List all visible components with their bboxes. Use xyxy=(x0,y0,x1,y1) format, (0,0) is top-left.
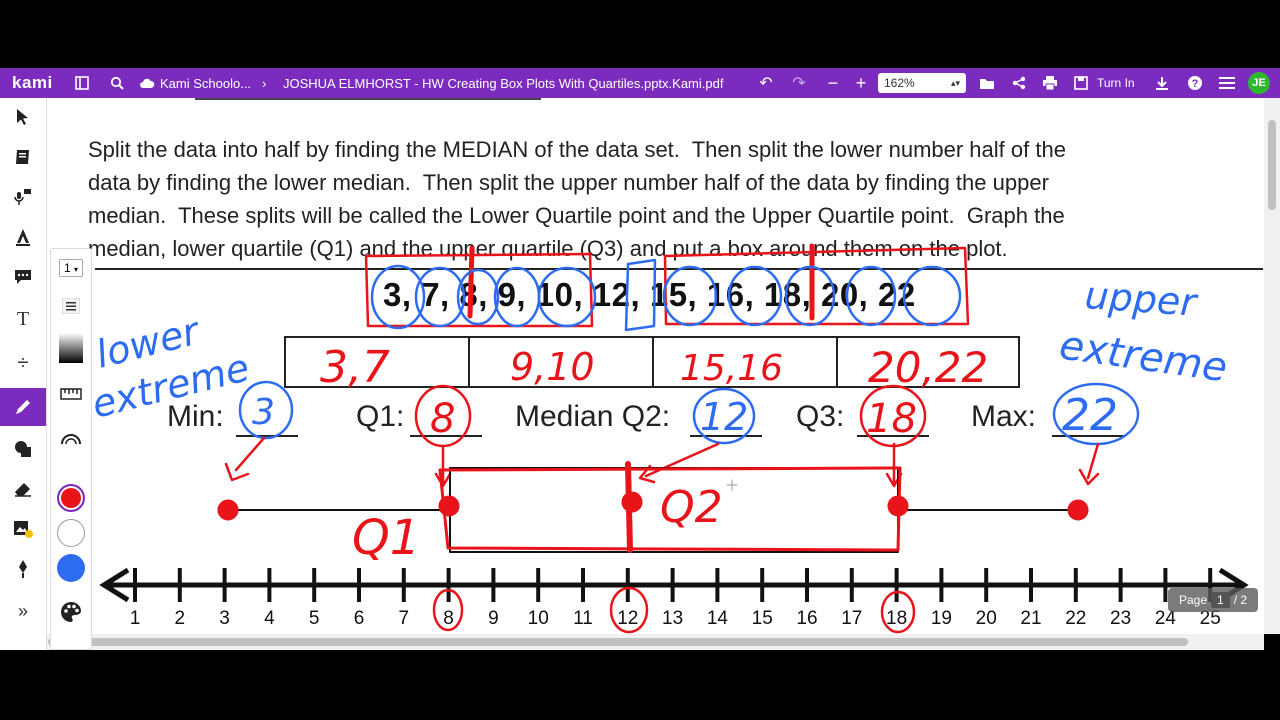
lower-half-box xyxy=(364,252,594,328)
color-blue-dot xyxy=(57,554,85,582)
zoom-select[interactable]: 162% ▴▾ xyxy=(878,73,966,93)
upper-extreme-line2: extreme xyxy=(1057,322,1230,391)
color-red-dot xyxy=(57,484,85,512)
kami-app: kami Kami Schoolo... › JOSHUA ELMHORST -… xyxy=(0,0,1280,720)
opacity-gradient-icon xyxy=(59,333,83,363)
comment-tool[interactable] xyxy=(0,258,46,296)
max-value: 22 xyxy=(1062,390,1118,441)
signature-icon xyxy=(19,560,27,578)
search-icon[interactable] xyxy=(107,68,127,98)
menu-icon[interactable] xyxy=(1217,68,1237,98)
shapes-tool[interactable] xyxy=(0,430,46,468)
reader-tool[interactable] xyxy=(0,138,46,176)
annotations-layer: 3,7 9,10 15,16 20,22 3 8 12 18 22 lower … xyxy=(88,243,1230,634)
download-icon[interactable] xyxy=(1152,68,1172,98)
equation-icon: ÷ xyxy=(17,351,29,374)
undo-icon[interactable]: ↶ xyxy=(756,68,776,98)
page-total: / 2 xyxy=(1233,593,1248,607)
table-cell-1: 3,7 xyxy=(320,342,390,393)
min-value: 3 xyxy=(252,392,275,433)
markup-icon xyxy=(16,229,30,246)
chevron-down-icon: ▾ xyxy=(74,265,79,274)
save-icon[interactable] xyxy=(1071,68,1091,98)
horizontal-scrollbar[interactable] xyxy=(46,634,1264,650)
shapes-icon xyxy=(15,441,31,457)
ruler-button[interactable] xyxy=(51,377,91,411)
cloud-icon xyxy=(137,68,157,98)
left-toolbar: T ÷ » xyxy=(0,98,47,650)
chevron-right-icon: › xyxy=(262,75,267,91)
line-style-button[interactable] xyxy=(51,289,91,323)
select-tool[interactable] xyxy=(0,98,46,136)
pdf-canvas[interactable]: Split the data into half by finding the … xyxy=(0,98,1264,634)
palette-icon xyxy=(61,602,81,622)
q1-mark xyxy=(467,245,475,319)
equation-tool[interactable]: ÷ xyxy=(0,344,46,382)
color-blue-swatch[interactable] xyxy=(51,551,91,585)
drawing-tool[interactable] xyxy=(0,388,46,426)
q1-value: 8 xyxy=(430,396,455,442)
markup-tool[interactable] xyxy=(0,218,46,256)
zoom-out-icon[interactable]: − xyxy=(823,68,843,98)
stroke-width-select[interactable]: 1 ▾ xyxy=(51,251,91,285)
redo-icon[interactable]: ↷ xyxy=(789,68,809,98)
breadcrumb-folder[interactable]: Kami Schoolo... xyxy=(160,68,251,98)
text-to-speech-icon xyxy=(14,189,31,205)
expand-tool[interactable]: » xyxy=(0,592,46,630)
color-red-swatch[interactable] xyxy=(51,481,91,515)
zoom-value: 162% xyxy=(884,76,915,90)
upper-extreme-line1: upper xyxy=(1083,273,1199,325)
opacity-button[interactable] xyxy=(51,331,91,365)
page-label: Page xyxy=(1178,593,1207,607)
color-white-swatch[interactable] xyxy=(51,516,91,550)
comment-icon xyxy=(15,270,31,284)
vertical-scrollbar[interactable] xyxy=(1264,98,1280,634)
line-style-icon xyxy=(62,298,80,314)
text-icon: T xyxy=(16,307,30,330)
drawing-options-toolbar: 1 ▾ xyxy=(50,248,92,650)
q1-handwritten: Q1 xyxy=(352,510,420,566)
page-current[interactable]: 1 xyxy=(1211,592,1230,608)
table-cell-3: 15,16 xyxy=(680,348,783,389)
add-media-tool[interactable] xyxy=(0,510,46,548)
q3-value: 18 xyxy=(866,396,917,442)
eraser-tool[interactable] xyxy=(0,470,46,508)
drawing-icon xyxy=(16,400,30,414)
table-cell-2: 9,10 xyxy=(510,345,595,389)
share-icon[interactable] xyxy=(1009,68,1029,98)
top-toolbar: kami Kami Schoolo... › JOSHUA ELMHORST -… xyxy=(0,68,1280,98)
median-box xyxy=(624,258,657,332)
page-indicator[interactable]: Page 1 / 2 xyxy=(1168,588,1258,612)
chevron-updown-icon: ▴▾ xyxy=(950,77,960,88)
reader-icon xyxy=(16,150,29,164)
avatar[interactable]: JE xyxy=(1248,72,1270,94)
protractor-icon xyxy=(61,434,81,445)
signature-tool[interactable] xyxy=(0,550,46,588)
q2-handwritten: Q2 xyxy=(660,482,723,533)
expand-icon: » xyxy=(17,600,28,621)
folder-icon[interactable] xyxy=(977,68,997,98)
eraser-icon xyxy=(15,483,31,497)
color-white-dot xyxy=(57,519,85,547)
letterbox-bottom xyxy=(0,650,1280,720)
print-icon[interactable] xyxy=(1040,68,1060,98)
zoom-in-icon[interactable]: + xyxy=(851,68,871,98)
text-to-speech-tool[interactable] xyxy=(0,178,46,216)
ruler-icon xyxy=(60,388,82,400)
svg-text:?: ? xyxy=(1192,78,1199,90)
stroke-width-value: 1 xyxy=(63,261,71,275)
protractor-button[interactable] xyxy=(51,421,91,455)
table-cell-4: 20,22 xyxy=(868,343,988,392)
kami-logo: kami xyxy=(12,73,53,92)
text-tool[interactable]: T xyxy=(0,300,46,338)
document-title: JOSHUA ELMHORST - HW Creating Box Plots … xyxy=(283,75,724,91)
select-icon xyxy=(17,109,28,125)
add-media-icon xyxy=(14,521,33,538)
palette-button[interactable] xyxy=(51,595,91,629)
sidebar-icon[interactable] xyxy=(72,68,92,98)
turn-in-button[interactable]: Turn In xyxy=(1097,68,1135,98)
help-icon[interactable]: ? xyxy=(1185,68,1205,98)
median-value: 12 xyxy=(700,395,748,439)
